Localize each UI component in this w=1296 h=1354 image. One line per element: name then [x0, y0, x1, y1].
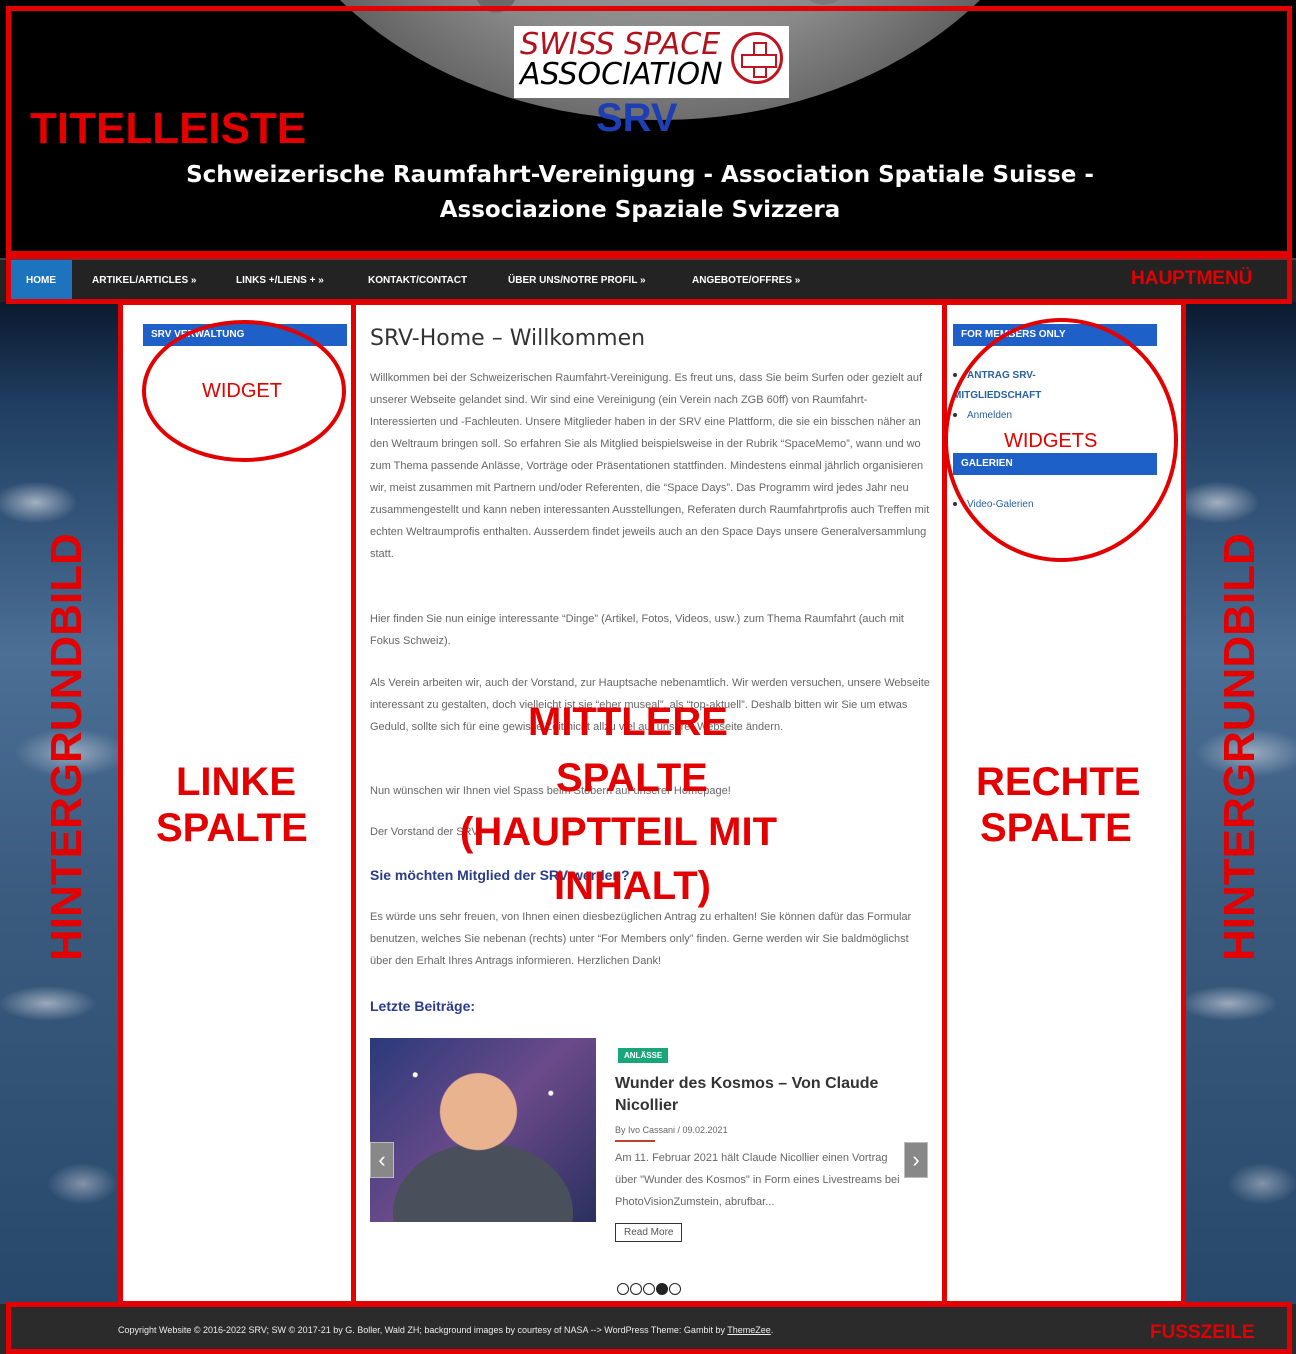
annotation-linke-spalte: SPALTE — [156, 806, 308, 850]
annotation-box-menu — [6, 254, 1292, 304]
annotation-widget: WIDGET — [202, 380, 282, 402]
annotation-rechte-spalte: SPALTE — [980, 806, 1132, 850]
annotation-fusszeile: FUSSZEILE — [1150, 1322, 1255, 1343]
annotation-hintergrundbild-left: HINTERGRUNDBILD — [42, 533, 91, 961]
annotation-mittlere: MITTLERE — [528, 700, 728, 744]
annotation-box-main-column — [351, 300, 947, 1306]
annotation-linke: LINKE — [176, 760, 296, 804]
annotation-hauptmenue: HAUPTMENÜ — [1131, 268, 1253, 289]
annotation-mittlere-spalte: SPALTE — [556, 756, 708, 800]
annotation-hauptteil: (HAUPTTEIL MIT — [460, 810, 778, 854]
annotation-box-footer — [6, 1302, 1292, 1354]
annotation-rechte: RECHTE — [976, 760, 1141, 804]
annotation-widgets: WIDGETS — [1004, 430, 1098, 452]
annotation-hintergrundbild-right: HINTERGRUNDBILD — [1215, 533, 1264, 961]
annotation-inhalt: INHALT) — [554, 864, 711, 908]
annotation-titelleiste: TITELLEISTE — [30, 104, 307, 153]
